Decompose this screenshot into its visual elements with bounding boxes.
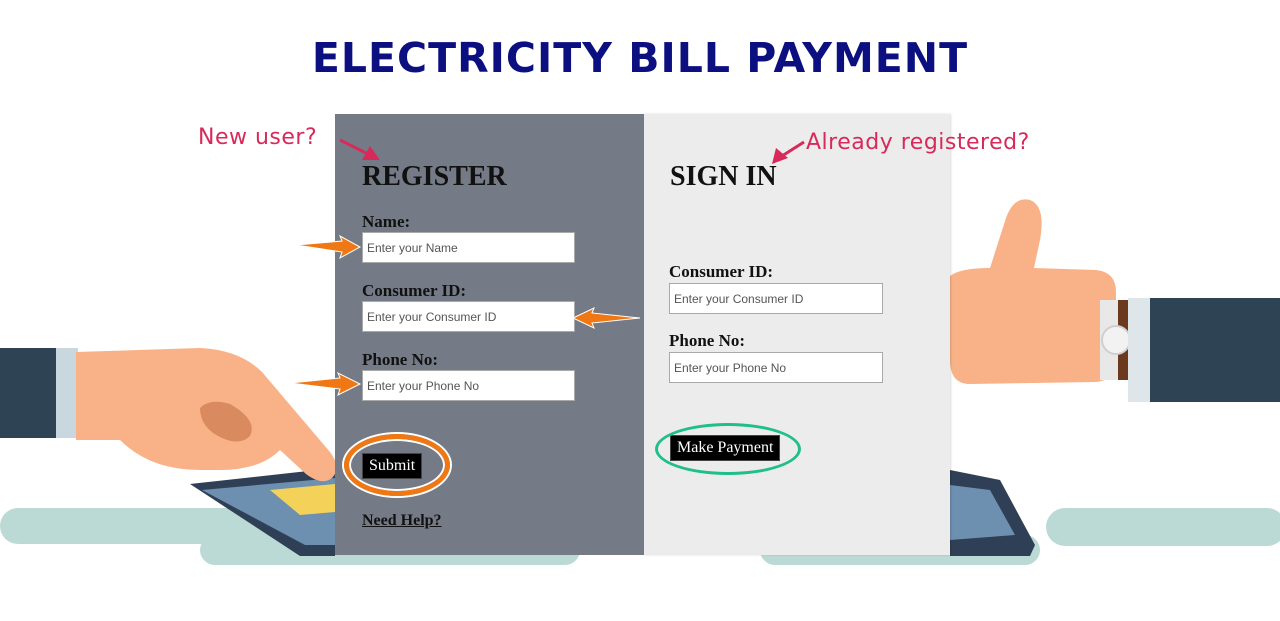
consumer-id-arrow-icon — [571, 306, 641, 330]
name-arrow-icon — [295, 234, 362, 260]
already-registered-arrow-icon — [772, 140, 805, 164]
annotation-arrows — [289, 138, 805, 396]
phone-arrow-icon — [289, 371, 362, 396]
new-user-arrow-icon — [339, 138, 380, 160]
